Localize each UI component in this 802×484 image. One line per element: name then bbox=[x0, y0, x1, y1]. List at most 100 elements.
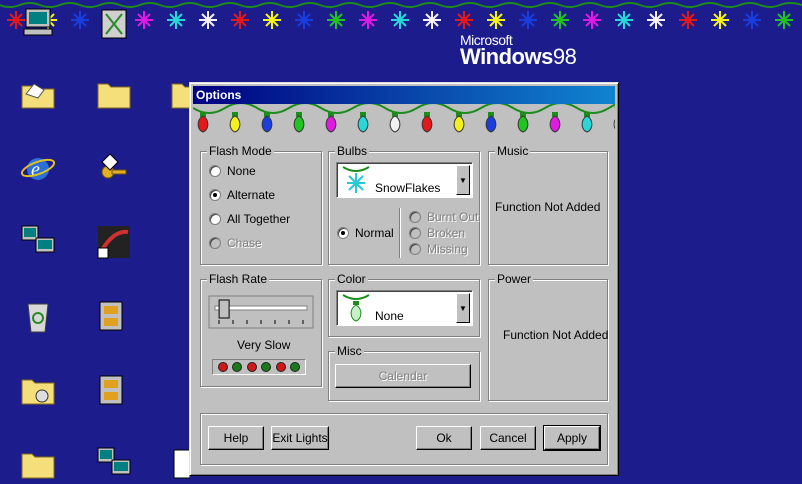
options-dialog: Options Flash Mode None Alternate All To… bbox=[189, 82, 619, 476]
bulbs-normal[interactable]: Normal bbox=[337, 226, 394, 240]
star-light-icon bbox=[71, 11, 89, 29]
folder-icon[interactable] bbox=[18, 444, 58, 484]
snowflake-icon bbox=[342, 166, 370, 193]
star-light-icon bbox=[583, 11, 601, 29]
bulbs-group: Bulbs SnowFlakes ▼ Normal Burnt Out Brok… bbox=[328, 144, 480, 265]
bulb-icon bbox=[421, 112, 433, 133]
star-light-icon bbox=[327, 11, 345, 29]
cabinet-icon[interactable] bbox=[94, 370, 134, 410]
recycle-bin-icon[interactable] bbox=[18, 296, 58, 336]
flash-rate-value: Very Slow bbox=[237, 338, 291, 352]
flash-mode-group: Flash Mode None Alternate All Together C… bbox=[200, 144, 322, 265]
flash-mode-label: Flash Mode bbox=[207, 144, 274, 158]
bulb-icon bbox=[293, 112, 305, 133]
misc-group: Misc Calendar bbox=[328, 344, 480, 401]
star-light-icon bbox=[743, 11, 761, 29]
folder-icon[interactable] bbox=[170, 74, 190, 114]
star-light-icon bbox=[295, 11, 313, 29]
recycle-bin-icon[interactable] bbox=[94, 4, 134, 44]
music-group: Music Function Not Added bbox=[488, 144, 608, 265]
flash-rate-slider[interactable] bbox=[207, 294, 315, 330]
led-green bbox=[232, 362, 243, 372]
star-light-icon bbox=[359, 11, 377, 29]
flash-mode-alternate[interactable]: Alternate bbox=[209, 188, 275, 202]
led-red bbox=[275, 362, 286, 372]
bulbs-burnt-out[interactable]: Burnt Out bbox=[409, 210, 478, 224]
folder-icon[interactable] bbox=[94, 74, 134, 114]
color-select[interactable]: None ▼ bbox=[336, 290, 473, 326]
bulbs-broken[interactable]: Broken bbox=[409, 226, 465, 240]
bulbs-missing[interactable]: Missing bbox=[409, 242, 468, 256]
flash-mode-all-together[interactable]: All Together bbox=[209, 212, 290, 226]
document-icon[interactable] bbox=[170, 444, 190, 484]
star-light-icon bbox=[135, 11, 153, 29]
cabinet-icon[interactable] bbox=[94, 296, 134, 336]
bulb-icon bbox=[581, 112, 593, 133]
star-light-icon bbox=[231, 11, 249, 29]
network-computers-icon[interactable] bbox=[94, 444, 134, 484]
bulbs-selected: SnowFlakes bbox=[375, 181, 441, 195]
music-label: Music bbox=[495, 144, 531, 158]
flash-rate-label: Flash Rate bbox=[207, 272, 270, 286]
flash-mode-chase[interactable]: Chase bbox=[209, 236, 262, 250]
calendar-button[interactable]: Calendar bbox=[335, 364, 471, 388]
bulb-icon bbox=[485, 112, 497, 133]
star-light-icon bbox=[711, 11, 729, 29]
flash-led-indicator bbox=[212, 359, 306, 375]
bulb-icon bbox=[261, 112, 273, 133]
bulb-state-divider bbox=[399, 208, 400, 258]
bulb-icon bbox=[197, 112, 209, 133]
star-light-icon bbox=[391, 11, 409, 29]
led-green bbox=[261, 362, 272, 372]
bulb-icon bbox=[453, 112, 465, 133]
keys-icon[interactable] bbox=[94, 148, 134, 188]
help-button[interactable]: Help bbox=[208, 426, 264, 450]
power-label: Power bbox=[495, 272, 534, 286]
bulb-icon bbox=[549, 112, 561, 133]
dialog-title[interactable]: Options bbox=[193, 86, 615, 104]
star-light-icon bbox=[679, 11, 697, 29]
led-red bbox=[246, 362, 257, 372]
star-light-icon bbox=[423, 11, 441, 29]
led-green bbox=[290, 362, 301, 372]
power-group: Power Function Not Added bbox=[488, 272, 609, 401]
led-red bbox=[217, 362, 228, 372]
windows-brand: Microsoft Windows98 bbox=[460, 32, 577, 70]
media-folder-icon[interactable] bbox=[18, 370, 58, 410]
bulb-icon bbox=[325, 112, 337, 133]
brand-windows: Windows98 bbox=[460, 44, 577, 69]
exit-lights-button[interactable]: Exit Lights bbox=[271, 426, 329, 450]
color-selected: None bbox=[375, 309, 404, 323]
network-computers-icon[interactable] bbox=[18, 222, 58, 262]
my-computer-icon[interactable] bbox=[20, 3, 60, 43]
bulbs-select[interactable]: SnowFlakes ▼ bbox=[336, 162, 473, 198]
chevron-down-icon[interactable]: ▼ bbox=[456, 293, 470, 323]
music-status: Function Not Added bbox=[495, 200, 601, 214]
folder-icon[interactable] bbox=[18, 74, 58, 114]
star-light-icon bbox=[775, 11, 793, 29]
shortcut-app-icon[interactable] bbox=[94, 222, 134, 262]
ok-button[interactable]: Ok bbox=[416, 426, 472, 450]
color-group: Color None ▼ bbox=[328, 272, 480, 337]
star-light-icon bbox=[551, 11, 569, 29]
star-light-icon bbox=[455, 11, 473, 29]
star-light-icon bbox=[519, 11, 537, 29]
star-light-icon bbox=[263, 11, 281, 29]
power-status: Function Not Added bbox=[503, 328, 609, 342]
bulb-icon bbox=[357, 112, 369, 133]
star-light-icon bbox=[199, 11, 217, 29]
star-light-icon bbox=[615, 11, 633, 29]
bulbs-label: Bulbs bbox=[335, 144, 370, 158]
star-light-icon bbox=[647, 11, 665, 29]
apply-button[interactable]: Apply bbox=[543, 425, 601, 451]
cancel-button[interactable]: Cancel bbox=[480, 426, 536, 450]
internet-explorer-icon[interactable]: e bbox=[18, 148, 58, 188]
bulb-icon bbox=[613, 119, 615, 130]
bulb-icon bbox=[389, 112, 401, 133]
green-bulb-icon bbox=[342, 294, 370, 322]
star-light-icon bbox=[167, 11, 185, 29]
color-label: Color bbox=[335, 272, 368, 286]
flash-mode-none[interactable]: None bbox=[209, 164, 256, 178]
chevron-down-icon[interactable]: ▼ bbox=[456, 165, 470, 195]
bulb-icon bbox=[517, 112, 529, 133]
